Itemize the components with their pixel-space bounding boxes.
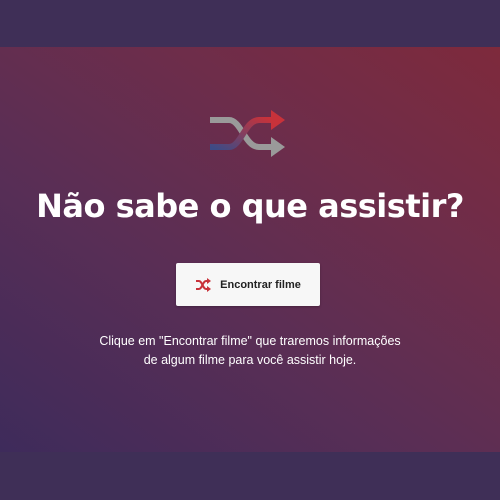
page-title: Não sabe o que assistir? — [36, 187, 464, 225]
page: Não sabe o que assistir? Encontrar filme… — [0, 0, 500, 500]
top-band — [0, 0, 500, 47]
shuffle-icon — [196, 277, 212, 292]
find-movie-button-label: Encontrar filme — [220, 278, 301, 291]
description-line-2: de algum filme para você assistir hoje. — [143, 353, 357, 367]
description-line-1: Clique em "Encontrar filme" que traremos… — [99, 334, 401, 348]
hero-section: Não sabe o que assistir? Encontrar filme… — [0, 47, 500, 452]
find-movie-button[interactable]: Encontrar filme — [176, 263, 320, 306]
description-text: Clique em "Encontrar filme" que traremos… — [60, 332, 440, 370]
bottom-band — [0, 452, 500, 500]
shuffle-icon — [210, 110, 285, 157]
